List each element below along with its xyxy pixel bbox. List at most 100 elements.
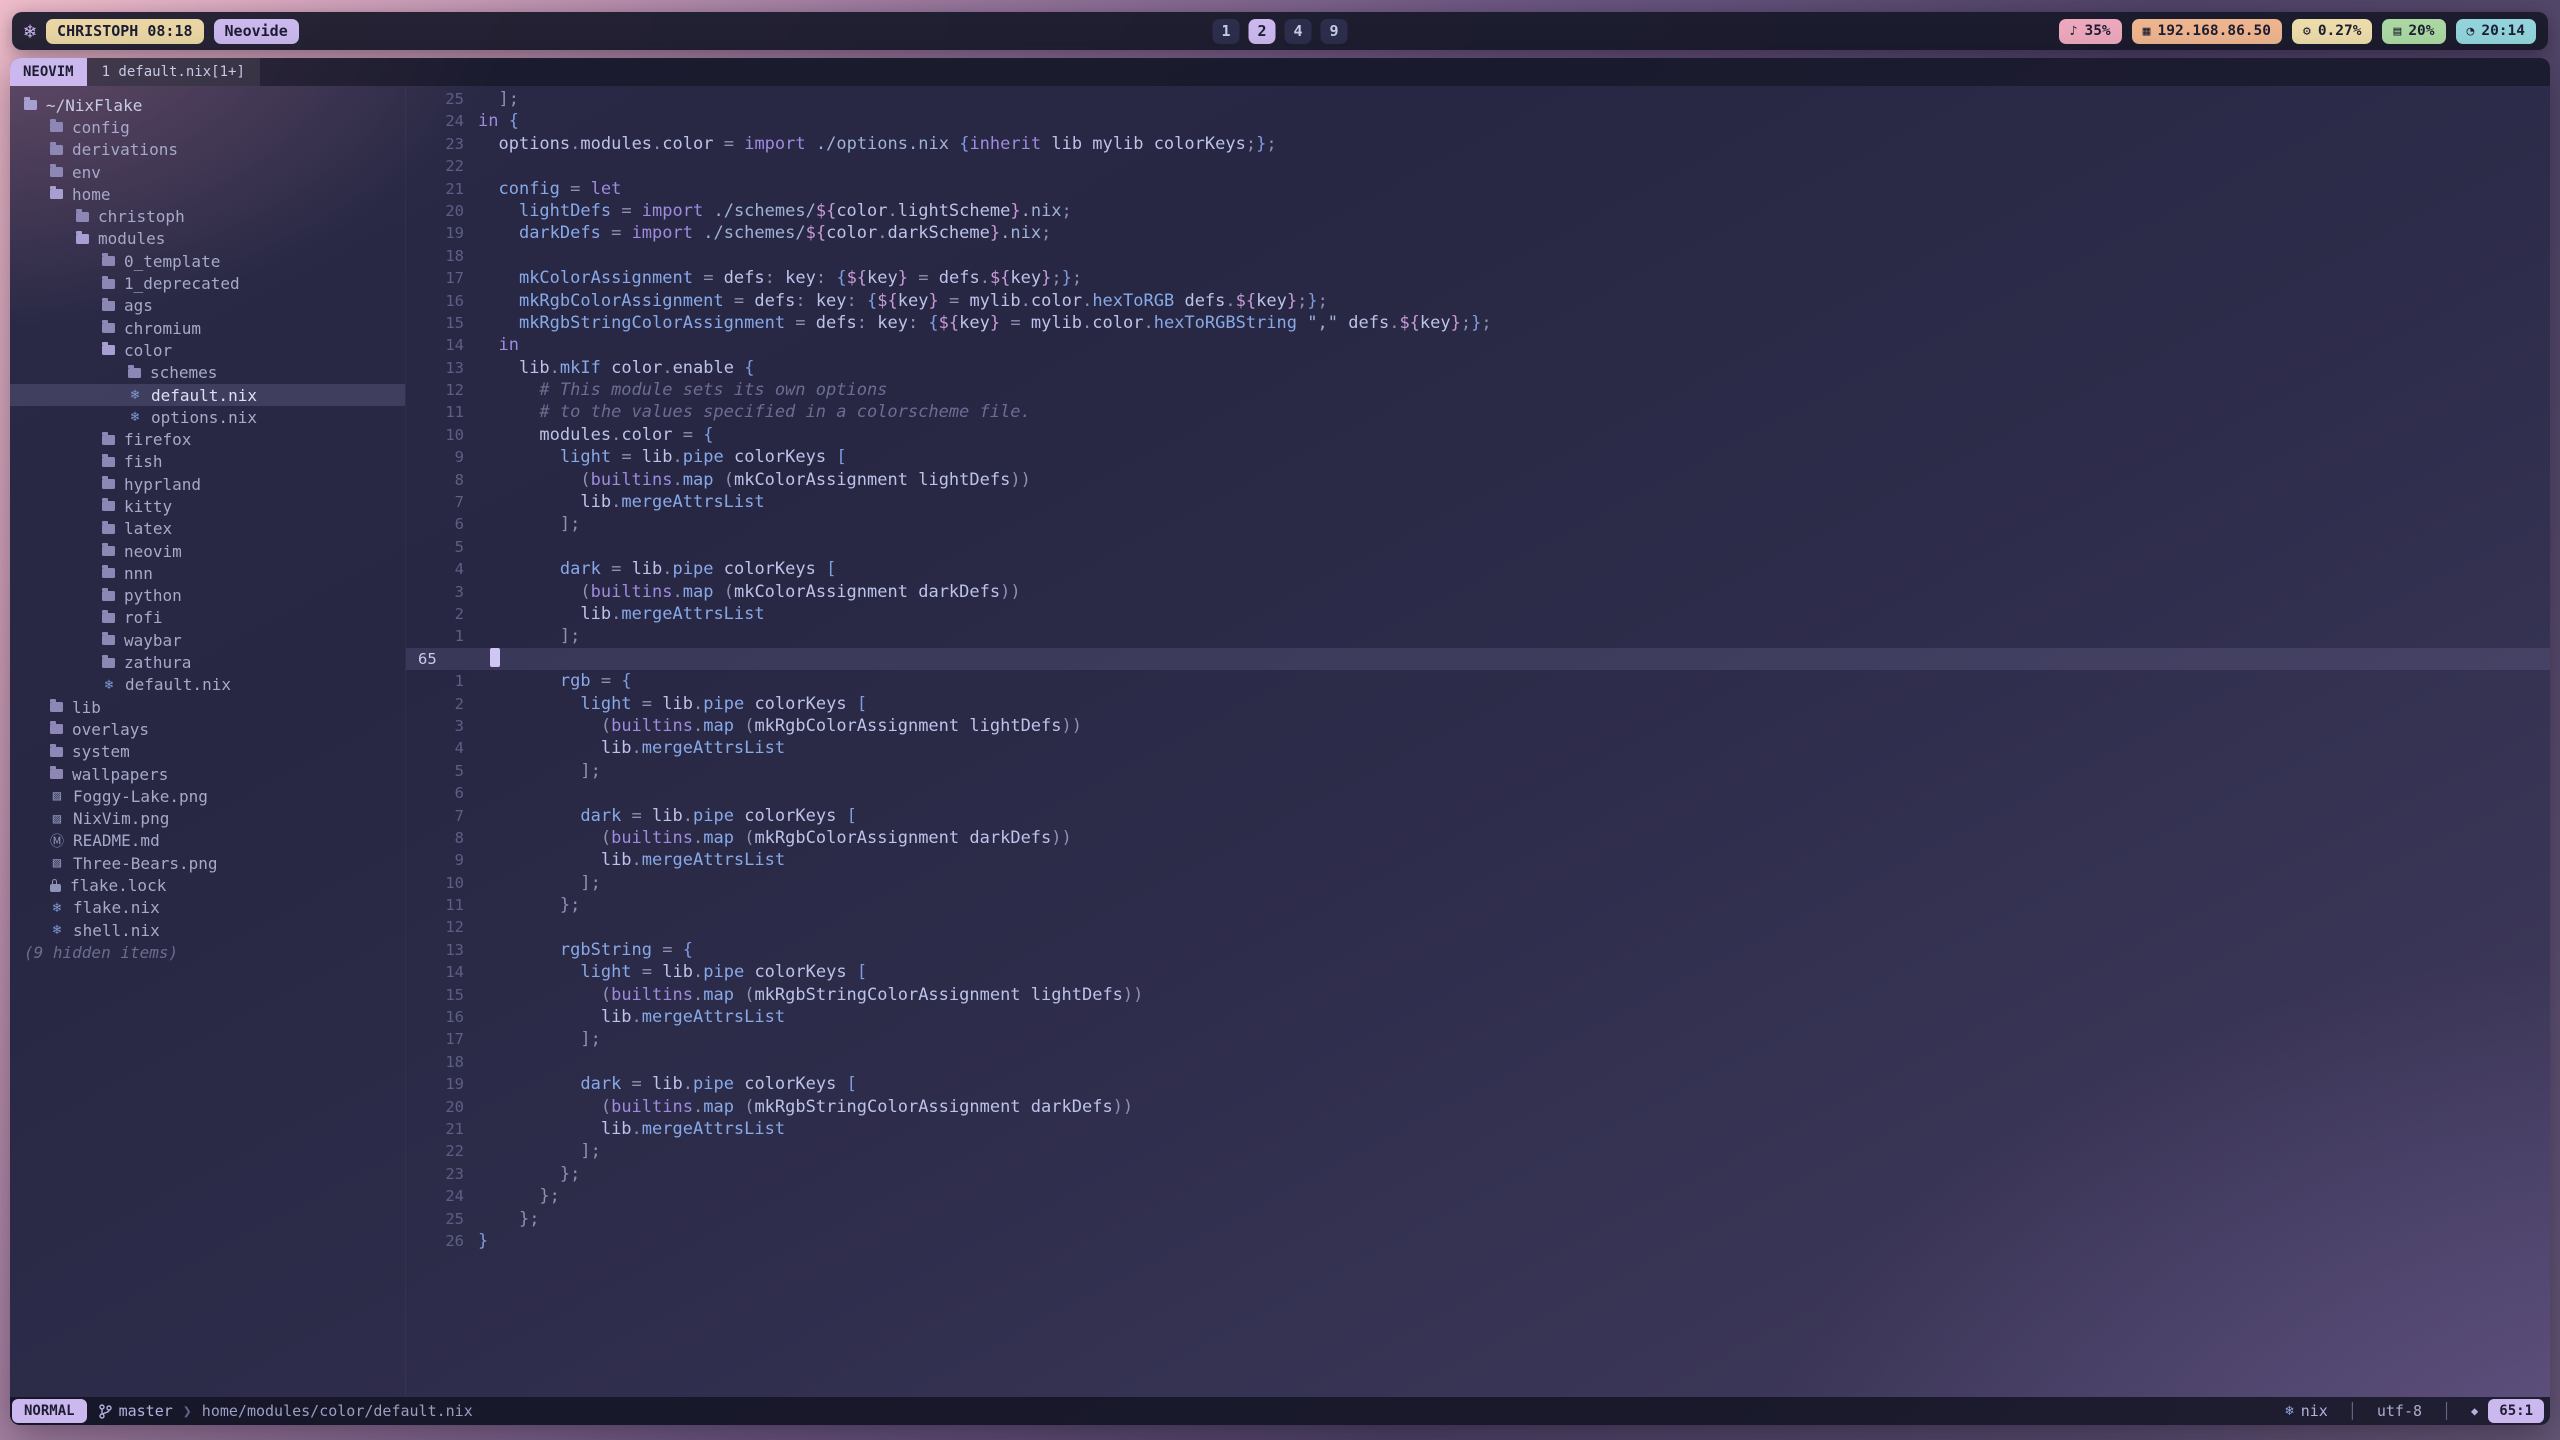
tree-item-home[interactable]: home <box>10 183 405 205</box>
editor-lines[interactable]: 25 ];24in {23 options.modules.color = im… <box>406 86 2550 1397</box>
tree-item-christoph[interactable]: christoph <box>10 205 405 227</box>
tree-item-three-bears-png[interactable]: ▨Three-Bears.png <box>10 852 405 874</box>
workspace-1[interactable]: 1 <box>1213 19 1240 44</box>
tree-item-ags[interactable]: ags <box>10 295 405 317</box>
volume-pill[interactable]: ♪35% <box>2059 19 2122 44</box>
editor-line[interactable]: 21 lib.mergeAttrsList <box>406 1118 2550 1140</box>
editor-line[interactable]: 3 (builtins.map (mkRgbColorAssignment li… <box>406 715 2550 737</box>
editor-line[interactable]: 1 ]; <box>406 625 2550 647</box>
editor-line[interactable]: 8 (builtins.map (mkRgbColorAssignment da… <box>406 827 2550 849</box>
editor-line[interactable]: 15 mkRgbStringColorAssignment = defs: ke… <box>406 312 2550 334</box>
tree-item-system[interactable]: system <box>10 741 405 763</box>
editor-line[interactable]: 12 <box>406 916 2550 938</box>
tree-item-nixvim-png[interactable]: ▨NixVim.png <box>10 808 405 830</box>
editor-line[interactable]: 12 # This module sets its own options <box>406 379 2550 401</box>
cpu-pill[interactable]: ⚙0.27% <box>2292 19 2372 44</box>
tree-item-hyprland[interactable]: hyprland <box>10 473 405 495</box>
editor-line[interactable]: 11 }; <box>406 894 2550 916</box>
editor-line[interactable]: 7 dark = lib.pipe colorKeys [ <box>406 805 2550 827</box>
tree-item-modules[interactable]: modules <box>10 228 405 250</box>
editor-line[interactable]: 21 config = let <box>406 178 2550 200</box>
tree-item-foggy-lake-png[interactable]: ▨Foggy-Lake.png <box>10 785 405 807</box>
tree-item-derivations[interactable]: derivations <box>10 139 405 161</box>
editor-line[interactable]: 19 darkDefs = import ./schemes/${color.d… <box>406 222 2550 244</box>
tree-item-kitty[interactable]: kitty <box>10 495 405 517</box>
editor-line[interactable]: 9 lib.mergeAttrsList <box>406 849 2550 871</box>
editor-line[interactable]: 24in { <box>406 110 2550 132</box>
tree-item-1-deprecated[interactable]: 1_deprecated <box>10 272 405 294</box>
editor-line[interactable]: 4 dark = lib.pipe colorKeys [ <box>406 558 2550 580</box>
tab-default-nix[interactable]: 1 default.nix[1+] <box>87 58 260 86</box>
memory-pill[interactable]: ▤20% <box>2382 19 2445 44</box>
editor-line[interactable]: 22 <box>406 155 2550 177</box>
editor-line[interactable]: 20 lightDefs = import ./schemes/${color.… <box>406 200 2550 222</box>
editor-line[interactable]: 6 <box>406 782 2550 804</box>
tree-item-nixflake[interactable]: ~/NixFlake <box>10 94 405 116</box>
editor-line[interactable]: 17 ]; <box>406 1028 2550 1050</box>
editor-line[interactable]: 14 light = lib.pipe colorKeys [ <box>406 961 2550 983</box>
tree-item-color[interactable]: color <box>10 339 405 361</box>
editor-line[interactable]: 24 }; <box>406 1185 2550 1207</box>
tree-item-waybar[interactable]: waybar <box>10 629 405 651</box>
editor-line[interactable]: 4 lib.mergeAttrsList <box>406 737 2550 759</box>
editor-line[interactable]: 18 <box>406 245 2550 267</box>
editor-line[interactable]: 11 # to the values specified in a colors… <box>406 401 2550 423</box>
tree-item-overlays[interactable]: overlays <box>10 718 405 740</box>
editor-line[interactable]: 10 modules.color = { <box>406 424 2550 446</box>
tree-item-latex[interactable]: latex <box>10 518 405 540</box>
editor-line[interactable]: 1 rgb = { <box>406 670 2550 692</box>
editor-line[interactable]: 13 lib.mkIf color.enable { <box>406 357 2550 379</box>
editor-line[interactable]: 65 <box>406 648 2550 670</box>
editor-line[interactable]: 25 }; <box>406 1208 2550 1230</box>
editor-line[interactable]: 25 ]; <box>406 88 2550 110</box>
editor-line[interactable]: 2 lib.mergeAttrsList <box>406 603 2550 625</box>
editor-line[interactable]: 7 lib.mergeAttrsList <box>406 491 2550 513</box>
tree-item-lib[interactable]: lib <box>10 696 405 718</box>
editor-line[interactable]: 22 ]; <box>406 1140 2550 1162</box>
editor-line[interactable]: 23 }; <box>406 1163 2550 1185</box>
tree-item-default-nix[interactable]: ❄default.nix <box>10 674 405 696</box>
tree-item-wallpapers[interactable]: wallpapers <box>10 763 405 785</box>
editor-line[interactable]: 15 (builtins.map (mkRgbStringColorAssign… <box>406 984 2550 1006</box>
editor-line[interactable]: 8 (builtins.map (mkColorAssignment light… <box>406 469 2550 491</box>
tree-item-firefox[interactable]: firefox <box>10 428 405 450</box>
editor-line[interactable]: 18 <box>406 1051 2550 1073</box>
tree-item-env[interactable]: env <box>10 161 405 183</box>
editor-line[interactable]: 5 ]; <box>406 760 2550 782</box>
tree-item-readme-md[interactable]: ⓂREADME.md <box>10 830 405 852</box>
tree-item-flake-lock[interactable]: flake.lock <box>10 874 405 896</box>
editor-line[interactable]: 2 light = lib.pipe colorKeys [ <box>406 693 2550 715</box>
tree-item-schemes[interactable]: schemes <box>10 362 405 384</box>
editor-line[interactable]: 17 mkColorAssignment = defs: key: {${key… <box>406 267 2550 289</box>
editor-line[interactable]: 5 <box>406 536 2550 558</box>
tree-item-python[interactable]: python <box>10 585 405 607</box>
clock-pill[interactable]: ◔20:14 <box>2456 19 2536 44</box>
tree-item-shell-nix[interactable]: ❄shell.nix <box>10 919 405 941</box>
workspace-9[interactable]: 9 <box>1321 19 1348 44</box>
editor-line[interactable]: 10 ]; <box>406 872 2550 894</box>
editor-line[interactable]: 13 rgbString = { <box>406 939 2550 961</box>
editor-line[interactable]: 9 light = lib.pipe colorKeys [ <box>406 446 2550 468</box>
tree-item-fish[interactable]: fish <box>10 451 405 473</box>
tree-item-nnn[interactable]: nnn <box>10 562 405 584</box>
tree-item-rofi[interactable]: rofi <box>10 607 405 629</box>
editor-line[interactable]: 23 options.modules.color = import ./opti… <box>406 133 2550 155</box>
tree-item-neovim[interactable]: neovim <box>10 540 405 562</box>
editor-line[interactable]: 20 (builtins.map (mkRgbStringColorAssign… <box>406 1096 2550 1118</box>
tree-item-options-nix[interactable]: ❄options.nix <box>10 406 405 428</box>
tree-item-0-template[interactable]: 0_template <box>10 250 405 272</box>
workspace-2[interactable]: 2 <box>1249 19 1276 44</box>
editor-line[interactable]: 3 (builtins.map (mkColorAssignment darkD… <box>406 581 2550 603</box>
tree-item-default-nix[interactable]: ❄default.nix <box>10 384 405 406</box>
editor-line[interactable]: 16 mkRgbColorAssignment = defs: key: {${… <box>406 290 2550 312</box>
editor-line[interactable]: 26} <box>406 1230 2550 1252</box>
tree-item-config[interactable]: config <box>10 116 405 138</box>
editor-line[interactable]: 6 ]; <box>406 513 2550 535</box>
tree-item-flake-nix[interactable]: ❄flake.nix <box>10 897 405 919</box>
network-pill[interactable]: ▦192.168.86.50 <box>2132 19 2282 44</box>
editor-line[interactable]: 19 dark = lib.pipe colorKeys [ <box>406 1073 2550 1095</box>
editor-line[interactable]: 14 in <box>406 334 2550 356</box>
editor-line[interactable]: 16 lib.mergeAttrsList <box>406 1006 2550 1028</box>
tree-item-chromium[interactable]: chromium <box>10 317 405 339</box>
workspace-4[interactable]: 4 <box>1285 19 1312 44</box>
